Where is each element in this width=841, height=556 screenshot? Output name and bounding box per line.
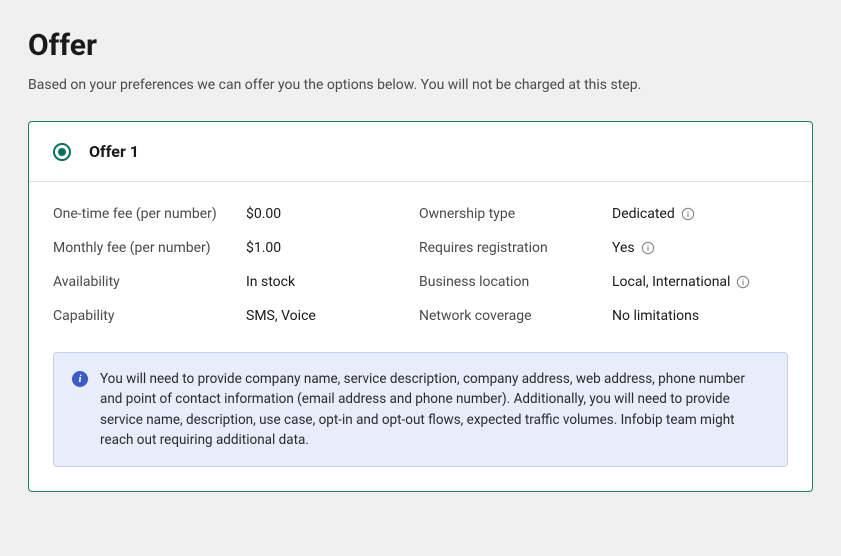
value-ownership-type: Dedicated <box>612 206 788 222</box>
value-business-location: Local, International <box>612 274 788 290</box>
label-monthly-fee: Monthly fee (per number) <box>53 240 238 256</box>
ownership-type-text: Dedicated <box>612 206 675 222</box>
network-coverage-text: No limitations <box>612 308 699 324</box>
one-time-fee-text: $0.00 <box>246 206 281 222</box>
offer-details-grid: One-time fee (per number) $0.00 Ownershi… <box>53 206 788 324</box>
offer-radio[interactable] <box>53 143 71 161</box>
offer-header[interactable]: Offer 1 <box>29 122 812 182</box>
registration-notice: i You will need to provide company name,… <box>53 352 788 467</box>
label-network-coverage: Network coverage <box>419 308 604 324</box>
label-availability: Availability <box>53 274 238 290</box>
offer-card: Offer 1 One-time fee (per number) $0.00 … <box>28 121 813 492</box>
monthly-fee-text: $1.00 <box>246 240 281 256</box>
label-requires-registration: Requires registration <box>419 240 604 256</box>
label-capability: Capability <box>53 308 238 324</box>
radio-dot-icon <box>58 148 66 156</box>
notice-text: You will need to provide company name, s… <box>100 369 769 450</box>
business-location-text: Local, International <box>612 274 730 290</box>
label-one-time-fee: One-time fee (per number) <box>53 206 238 222</box>
info-icon: i <box>72 371 88 387</box>
value-network-coverage: No limitations <box>612 308 788 324</box>
value-requires-registration: Yes <box>612 240 788 256</box>
label-ownership-type: Ownership type <box>419 206 604 222</box>
value-capability: SMS, Voice <box>246 308 411 324</box>
capability-text: SMS, Voice <box>246 308 316 324</box>
info-icon[interactable] <box>641 241 655 255</box>
availability-text: In stock <box>246 274 295 290</box>
offer-name: Offer 1 <box>89 142 139 161</box>
info-icon[interactable] <box>736 275 750 289</box>
page-subtitle: Based on your preferences we can offer y… <box>28 77 813 93</box>
offer-body: One-time fee (per number) $0.00 Ownershi… <box>29 182 812 491</box>
label-business-location: Business location <box>419 274 604 290</box>
value-monthly-fee: $1.00 <box>246 240 411 256</box>
value-availability: In stock <box>246 274 411 290</box>
page-title: Offer <box>28 28 813 63</box>
value-one-time-fee: $0.00 <box>246 206 411 222</box>
info-icon[interactable] <box>681 207 695 221</box>
requires-registration-text: Yes <box>612 240 635 256</box>
